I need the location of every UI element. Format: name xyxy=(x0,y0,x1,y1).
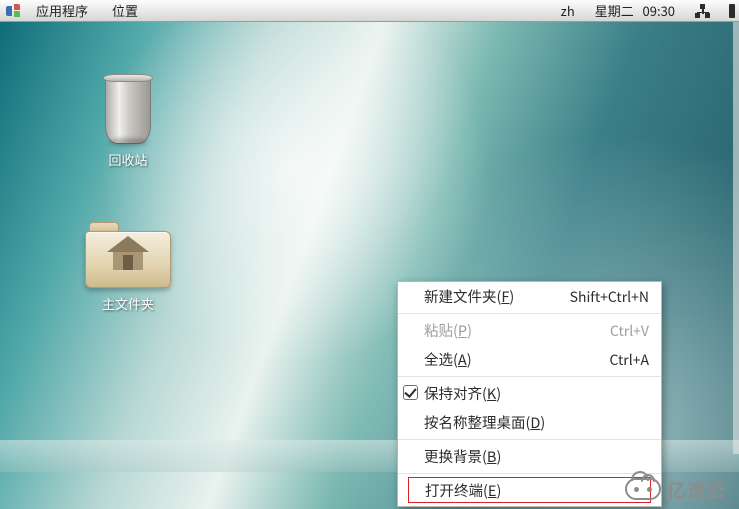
desktop-icon-label: 回收站 xyxy=(68,150,188,169)
input-method-indicator[interactable]: zh xyxy=(553,0,583,21)
menu-separator xyxy=(398,473,661,474)
trash-icon xyxy=(99,74,157,144)
desktop-context-menu: 新建文件夹(F) Shift+Ctrl+N 粘贴(P) Ctrl+V 全选(A)… xyxy=(397,281,662,507)
watermark: 亿速云 xyxy=(625,475,727,503)
network-icon xyxy=(695,4,711,18)
menu-organize-by-name[interactable]: 按名称整理桌面(D) xyxy=(398,408,661,437)
menu-new-folder[interactable]: 新建文件夹(F) Shift+Ctrl+N xyxy=(398,282,661,311)
distro-logo-icon xyxy=(6,4,20,18)
clock[interactable]: 星期二 09:30 xyxy=(587,0,683,21)
menu-shortcut: Shift+Ctrl+N xyxy=(570,287,649,307)
applications-menu[interactable]: 应用程序 xyxy=(26,0,98,21)
clock-min: 30 xyxy=(661,1,675,20)
desktop-icon-trash[interactable]: 回收站 xyxy=(68,74,188,169)
menu-shortcut: Ctrl+V xyxy=(610,321,649,341)
menu-change-background[interactable]: 更换背景(B) xyxy=(398,442,661,471)
menu-separator xyxy=(398,313,661,314)
menu-keep-aligned[interactable]: 保持对齐(K) xyxy=(398,379,661,408)
menu-separator xyxy=(398,439,661,440)
home-folder-icon xyxy=(85,222,171,288)
places-menu[interactable]: 位置 xyxy=(102,0,148,21)
desktop-icon-label: 主文件夹 xyxy=(68,294,188,313)
menu-select-all[interactable]: 全选(A) Ctrl+A xyxy=(398,345,661,374)
clock-date: 星期二 xyxy=(595,1,634,20)
desktop-icon-home[interactable]: 主文件夹 xyxy=(68,222,188,313)
network-indicator[interactable] xyxy=(687,3,719,19)
menu-open-terminal[interactable]: 打开终端(E) xyxy=(408,477,651,503)
cloud-icon xyxy=(625,478,661,500)
top-panel: 应用程序 位置 zh 星期二 09:30 xyxy=(0,0,739,22)
power-icon[interactable] xyxy=(729,4,735,18)
checkmark-icon xyxy=(403,385,418,400)
menu-paste: 粘贴(P) Ctrl+V xyxy=(398,316,661,345)
scrollbar-track xyxy=(733,22,739,454)
menu-separator xyxy=(398,376,661,377)
watermark-text: 亿速云 xyxy=(667,476,727,503)
menu-shortcut: Ctrl+A xyxy=(610,350,649,370)
clock-hour: 09 xyxy=(643,1,657,20)
